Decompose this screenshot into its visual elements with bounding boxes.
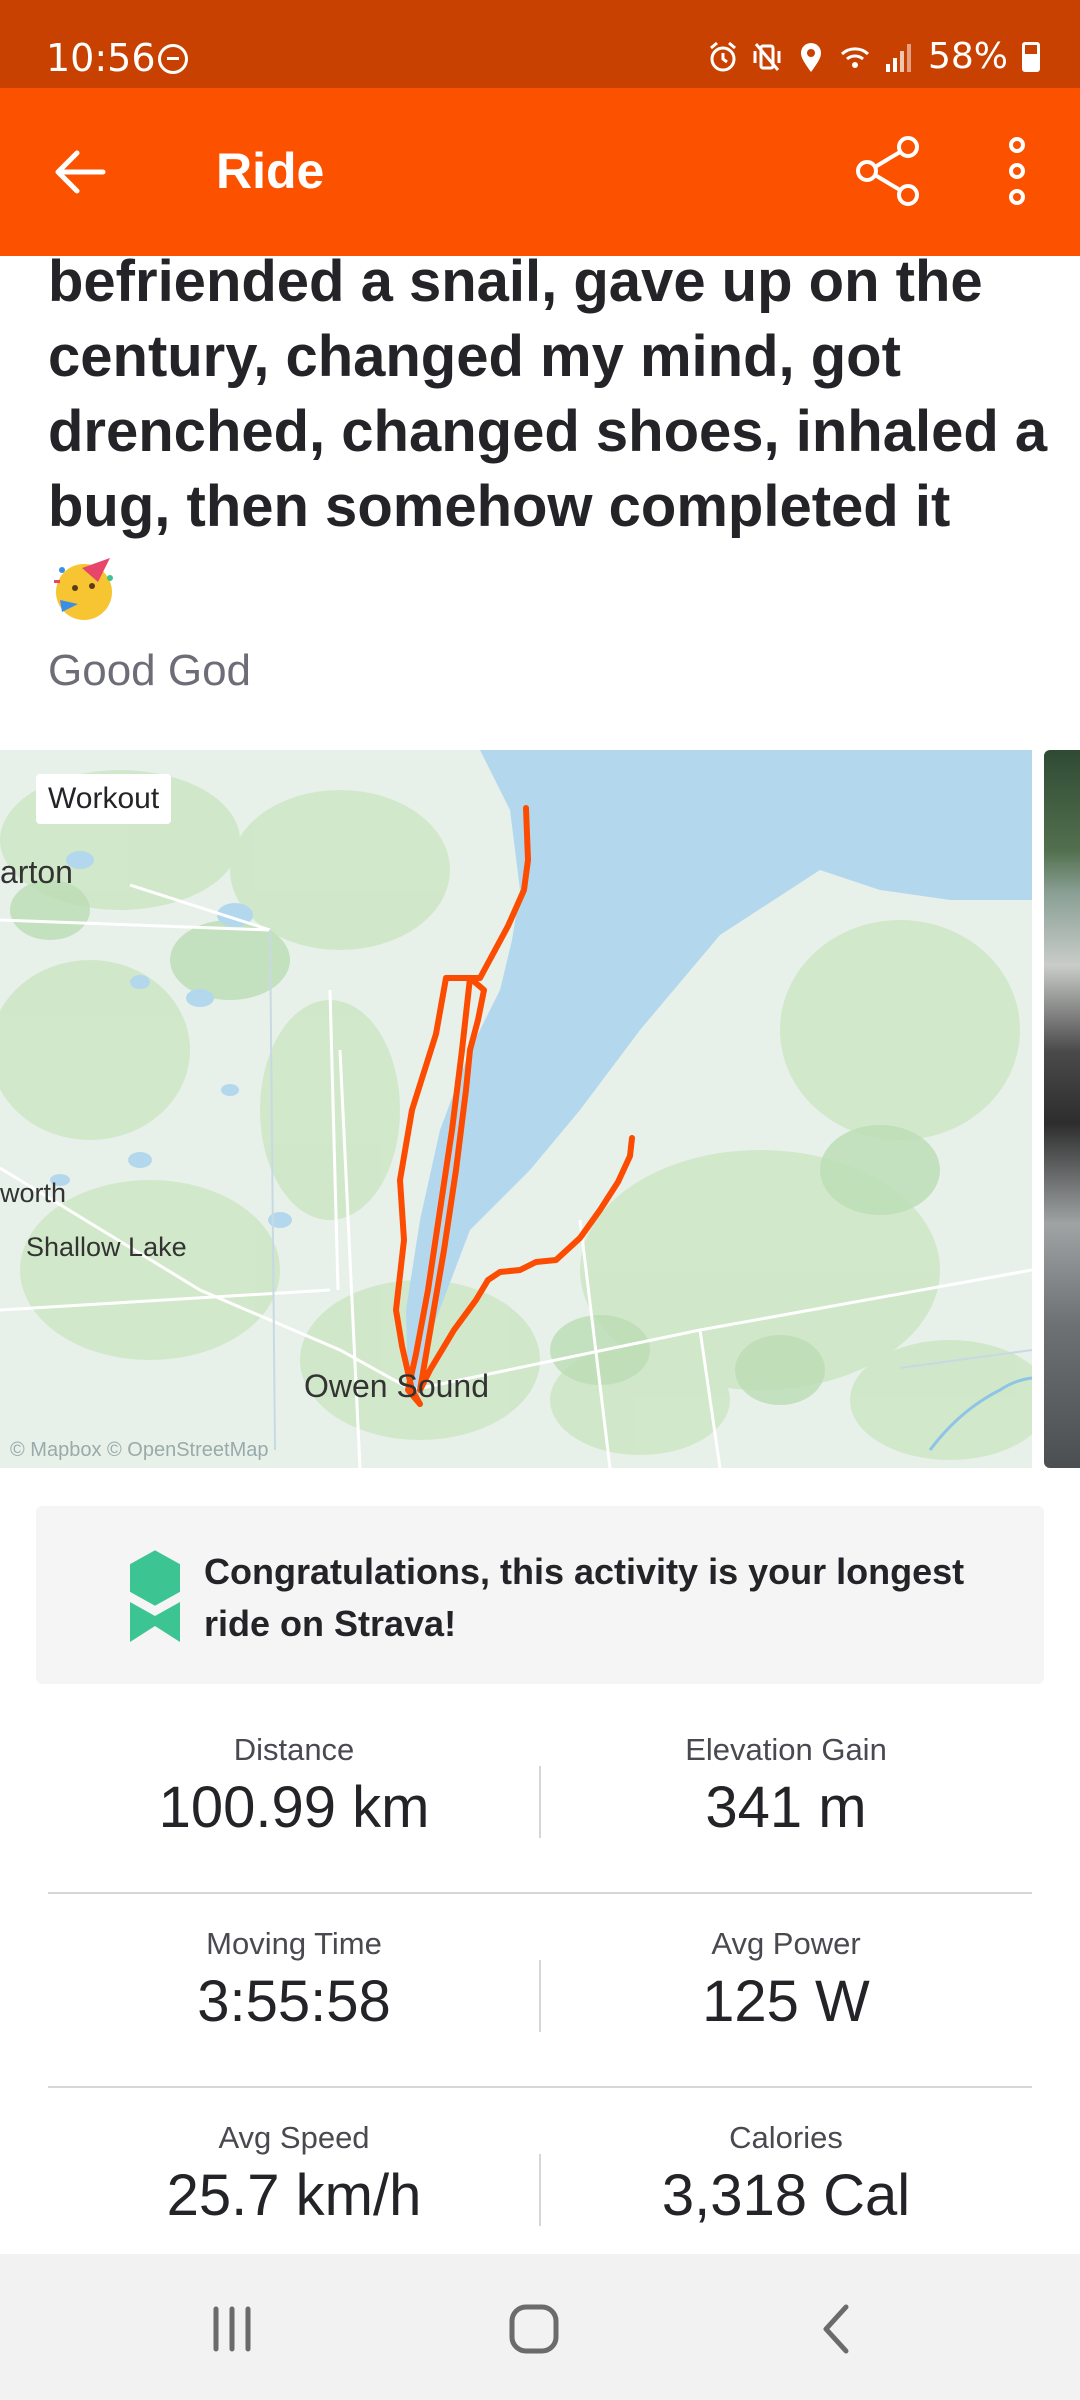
stats-row-1: Distance 100.99 km Elevation Gain 341 m	[48, 1700, 1032, 1894]
back-button[interactable]	[40, 132, 120, 212]
system-nav-bar	[0, 2254, 1080, 2400]
more-options-button[interactable]	[982, 126, 1052, 216]
stat-avg-power: Avg Power 125 W	[540, 1894, 1032, 2088]
home-icon	[509, 2304, 559, 2354]
stats-row-3: Avg Speed 25.7 km/h Calories 3,318 Cal	[48, 2088, 1032, 2282]
map-attribution: © Mapbox © OpenStreetMap	[10, 1439, 269, 1461]
stat-distance: Distance 100.99 km	[48, 1700, 540, 1894]
stat-value: 125 W	[702, 1969, 870, 2034]
stat-label: Calories	[729, 2120, 843, 2155]
status-time: 10:56	[46, 36, 156, 80]
map-label-arton: arton	[0, 854, 73, 890]
stats-row-2: Moving Time 3:55:58 Avg Power 125 W	[48, 1894, 1032, 2088]
stat-value: 3,318 Cal	[661, 2163, 911, 2228]
stat-label: Moving Time	[206, 1926, 382, 1961]
do-not-disturb-icon	[158, 44, 188, 74]
stat-avg-speed: Avg Speed 25.7 km/h	[48, 2088, 540, 2282]
map-label-worth: worth	[0, 1178, 67, 1208]
home-button[interactable]	[484, 2284, 584, 2374]
system-back-button[interactable]	[786, 2284, 886, 2374]
map-badge-workout: Workout	[36, 774, 172, 824]
app-bar: Ride	[0, 88, 1080, 256]
share-button[interactable]	[844, 126, 934, 216]
page-title: Ride	[216, 143, 325, 199]
achievement-banner: Congratulations, this activity is your l…	[36, 1506, 1044, 1684]
stat-label: Avg Power	[711, 1926, 861, 1961]
alarm-icon	[710, 41, 736, 71]
map-canvas	[0, 750, 1032, 1468]
party-face-emoji	[48, 552, 120, 624]
stat-label: Distance	[233, 1732, 355, 1767]
share-icon	[856, 136, 919, 206]
stat-label: Elevation Gain	[685, 1732, 887, 1767]
more-vertical-icon	[1009, 137, 1025, 205]
stat-value: 3:55:58	[197, 1969, 391, 2034]
medal-icon	[88, 1546, 222, 1646]
signal-icon	[885, 43, 911, 72]
battery-icon	[1022, 41, 1040, 72]
activity-photo-thumbnail[interactable]	[1044, 750, 1080, 1468]
recents-button[interactable]	[182, 2284, 282, 2374]
arrow-left-icon	[55, 150, 106, 194]
stat-calories: Calories 3,318 Cal	[540, 2088, 1032, 2282]
status-bar: 10:56 58%	[0, 0, 1080, 88]
achievement-text: Congratulations, this activity is your l…	[204, 1551, 965, 1644]
map-label-shallow-lake: Shallow Lake	[26, 1232, 187, 1262]
stat-label: Avg Speed	[218, 2120, 370, 2155]
location-icon	[800, 42, 821, 72]
battery-percent: 58%	[927, 36, 1008, 77]
route-map[interactable]: Workout arton worth Shallow Lake Owen So…	[0, 750, 1032, 1468]
wifi-icon	[840, 46, 870, 68]
status-icons: 58%	[708, 36, 1040, 77]
activity-description: befriended a snail, gave up on the centu…	[48, 249, 1048, 539]
activity-subtitle: Good God	[48, 646, 252, 695]
stat-moving-time: Moving Time 3:55:58	[48, 1894, 540, 2088]
back-icon	[823, 2304, 849, 2354]
map-label-owen-sound: Owen Sound	[304, 1368, 490, 1404]
recents-icon	[213, 2306, 251, 2352]
stat-value: 341 m	[705, 1775, 867, 1840]
stat-value: 25.7 km/h	[166, 2163, 422, 2228]
vibrate-mute-icon	[753, 42, 781, 71]
stat-value: 100.99 km	[158, 1775, 430, 1840]
stat-elevation-gain: Elevation Gain 341 m	[540, 1700, 1032, 1894]
